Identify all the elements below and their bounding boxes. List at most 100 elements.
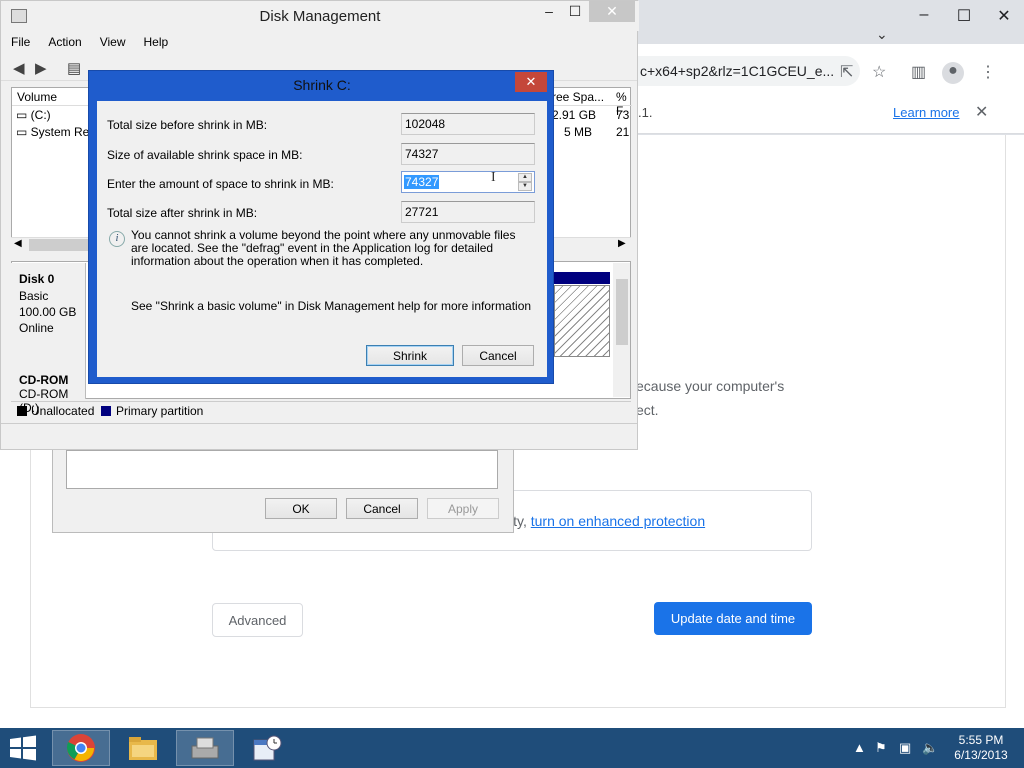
chrome-icon[interactable] [52, 730, 110, 766]
update-date-time-button[interactable]: Update date and time [654, 602, 812, 635]
close-icon[interactable]: ✕ [515, 72, 547, 92]
legend-unallocated: Unallocated [31, 404, 95, 418]
folder-icon [129, 737, 157, 760]
cancel-button[interactable]: Cancel [462, 345, 534, 366]
cancel-button[interactable]: Cancel [346, 498, 418, 519]
maximize-icon[interactable]: ☐ [561, 3, 589, 23]
side-panel-icon[interactable]: ▥ [911, 62, 926, 82]
close-icon[interactable]: ✕ [975, 102, 988, 122]
learn-more-link[interactable]: Learn more [893, 105, 959, 120]
disk-status: Online [19, 321, 54, 335]
enhanced-protection-link[interactable]: turn on enhanced protection [531, 513, 705, 529]
free-space-value: 5 MB [564, 125, 593, 139]
info-text: You cannot shrink a volume beyond the po… [131, 228, 516, 268]
menu-action[interactable]: Action [38, 33, 89, 53]
date-time-icon[interactable] [238, 730, 296, 766]
advanced-button[interactable]: Advanced [212, 603, 303, 637]
stepper-buttons: ▲ ▼ [518, 173, 532, 191]
disk-0-label[interactable]: Disk 0 Basic 100.00 GB Online [11, 263, 86, 371]
minimize-icon[interactable]: – [904, 6, 944, 36]
table-row[interactable]: ▭ System Res [16, 125, 95, 139]
shrink-amount-label: Enter the amount of space to shrink in M… [107, 177, 334, 191]
cdrom-name: CD-ROM [19, 373, 69, 387]
free-space-value: 2.91 GB [552, 108, 597, 122]
available-space-field: 74327 [401, 143, 535, 165]
partition-block[interactable] [554, 285, 610, 357]
forward-arrow-icon[interactable]: ▶ [35, 59, 47, 77]
close-icon[interactable]: ✕ [589, 1, 635, 22]
protection-text: ity, turn on enhanced protection [510, 513, 705, 529]
close-icon[interactable]: ✕ [984, 6, 1024, 36]
drive-icon: ▭ [16, 125, 31, 139]
dialog-client: Total size before shrink in MB: 102048 S… [97, 101, 547, 377]
body-text-line: ect. [636, 402, 659, 418]
total-after-label: Total size after shrink in MB: [107, 206, 258, 220]
total-before-label: Total size before shrink in MB: [107, 118, 268, 132]
back-arrow-icon[interactable]: ◀ [13, 59, 25, 77]
vertical-scroll-thumb[interactable] [616, 279, 628, 345]
share-icon[interactable]: ⇱ [840, 62, 853, 82]
chrome-logo [66, 734, 95, 762]
address-bar[interactable]: c+x64+sp2&rlz=1C1GCEU_e... [630, 56, 860, 86]
maximize-icon[interactable]: ☐ [944, 6, 984, 36]
system-clock[interactable]: 5:55 PM 6/13/2013 [950, 733, 1012, 763]
apply-button: Apply [427, 498, 499, 519]
chrome-window-controls: – ☐ ✕ [904, 6, 1024, 36]
body-text-line: ecause your computer's [636, 378, 785, 394]
disk-type: Basic [19, 289, 49, 303]
calendar-clock-icon [253, 735, 282, 761]
spin-down-icon[interactable]: ▼ [518, 182, 532, 191]
clock-time: 5:55 PM [958, 733, 1004, 747]
shrink-amount-stepper[interactable]: 74327 ▲ ▼ [401, 171, 535, 193]
minimize-icon[interactable]: – [535, 3, 563, 23]
disk-name: Disk 0 [19, 272, 55, 286]
available-space-label: Size of available shrink space in MB: [107, 148, 303, 162]
primary-swatch [101, 406, 111, 416]
total-before-field: 102048 [401, 113, 535, 135]
cdrom-label[interactable]: CD-ROM CD-ROM (D:) [11, 371, 86, 415]
shrink-dialog: Shrink C: ✕ Total size before shrink in … [88, 70, 554, 384]
file-explorer-icon[interactable] [114, 730, 172, 766]
volume-name: (C:) [30, 108, 51, 122]
show-hidden-icons-icon[interactable]: ▲ [853, 740, 866, 755]
drive-icon: ▭ [16, 108, 31, 122]
column-volume[interactable]: Volume [17, 90, 57, 104]
volume-name: System Res [30, 125, 96, 139]
shrink-button[interactable]: Shrink [366, 345, 454, 366]
scroll-left-icon[interactable]: ◀ [14, 238, 22, 249]
background-dialog-textarea[interactable] [66, 450, 498, 489]
text-cursor-icon: I [491, 170, 496, 185]
more-menu-icon[interactable]: ⋮ [980, 62, 996, 82]
table-row[interactable]: ▭ (C:) [16, 108, 51, 122]
disk-drive-icon [191, 737, 219, 759]
menu-help[interactable]: Help [134, 33, 177, 53]
help-text: See "Shrink a basic volume" in Disk Mana… [131, 299, 532, 313]
scroll-right-icon[interactable]: ▶ [618, 238, 626, 249]
legend: Unallocated Primary partition [11, 401, 631, 419]
menu-bar: File Action View Help [1, 33, 176, 53]
profile-avatar-icon[interactable]: ● [942, 62, 964, 84]
action-center-flag-icon[interactable]: ⚑ [875, 740, 887, 756]
unallocated-swatch [17, 406, 27, 416]
info-bar-text: .1. [638, 105, 653, 120]
chevron-down-icon[interactable]: ⌄ [876, 26, 888, 43]
windows-start-icon[interactable] [8, 735, 38, 761]
network-icon[interactable]: ▣ [899, 740, 911, 756]
ok-button[interactable]: OK [265, 498, 337, 519]
legend-primary: Primary partition [116, 404, 204, 418]
volume-muted-icon[interactable]: 🔈 [922, 740, 938, 756]
disk-management-icon[interactable] [176, 730, 234, 766]
disk-size: 100.00 GB [19, 305, 77, 319]
taskbar: ▲ ⚑ ▣ 🔈 5:55 PM 6/13/2013 [0, 728, 1024, 768]
shrink-amount-input[interactable]: 74327 [404, 175, 440, 189]
percent-free-value: 21 [616, 125, 630, 139]
status-bar [1, 423, 637, 445]
menu-file[interactable]: File [1, 33, 38, 53]
partition-header [554, 272, 610, 284]
dialog-title: Shrink C: [293, 77, 351, 93]
menu-view[interactable]: View [90, 33, 134, 53]
console-tree-icon[interactable]: ▤ [67, 59, 81, 77]
bookmark-star-icon[interactable]: ☆ [872, 62, 886, 82]
column-free-space[interactable]: ree Spa... [552, 90, 604, 104]
spin-up-icon[interactable]: ▲ [518, 173, 532, 182]
